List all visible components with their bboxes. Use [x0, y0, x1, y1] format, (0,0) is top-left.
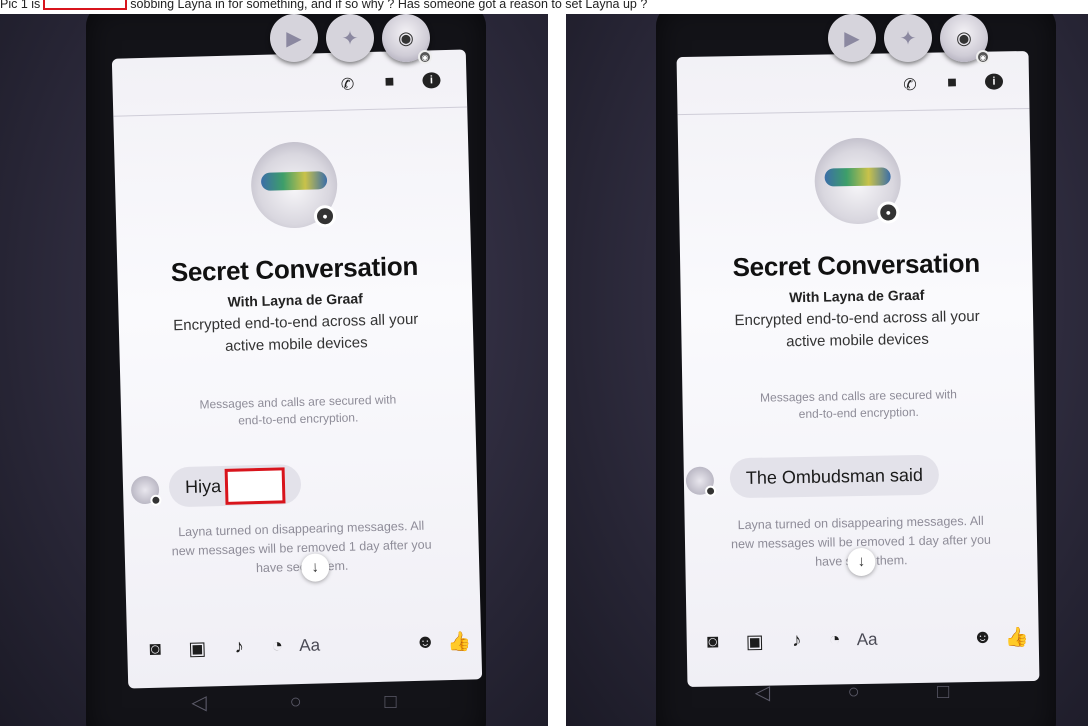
sender-avatar[interactable] [130, 475, 162, 506]
recents-icon[interactable]: □ [937, 681, 949, 704]
redaction-box [224, 467, 286, 506]
info-icon[interactable]: i [422, 72, 441, 89]
phone-icon[interactable]: ✆ [338, 74, 357, 94]
timer-icon[interactable]: ◔ [263, 635, 292, 658]
sunglasses [260, 171, 328, 191]
caption: Pic 1 is sobbing Layna in for something, … [0, 0, 1088, 11]
thumbs-up-icon[interactable]: 👍 [445, 629, 474, 654]
image-icon[interactable]: ▣ [183, 637, 212, 661]
back-icon[interactable]: ◁ [755, 680, 770, 705]
composer: ◙ ▣ ♪ ◔ Aa ☻ 👍 [686, 607, 1039, 673]
android-navbar: ◁ ○ □ [716, 672, 988, 712]
lock-icon: ● [313, 204, 337, 228]
camera-badge-icon: ◉ [418, 50, 432, 64]
info-icon[interactable]: i [984, 73, 1004, 90]
scroll-down-icon[interactable]: ↓ [300, 553, 330, 582]
photo-right: ✆ ■ i ● Secret Conversation With Layna d… [566, 14, 1088, 726]
recents-icon[interactable]: □ [384, 691, 396, 714]
camera-icon[interactable]: ◙ [699, 631, 727, 653]
composer: ◙ ▣ ♪ ◔ Aa ☻ 👍 [127, 611, 482, 680]
play-chathead-icon[interactable]: ▶ [828, 14, 876, 62]
message-input[interactable]: Aa [299, 635, 320, 656]
android-navbar: ◁ ○ □ [150, 682, 438, 722]
play-chathead-icon[interactable]: ▶ [270, 14, 318, 62]
emoji-icon[interactable]: ☻ [411, 631, 440, 654]
microphone-icon[interactable]: ♪ [225, 636, 254, 659]
sunglasses [824, 167, 891, 187]
camera-icon[interactable]: ◙ [141, 638, 170, 661]
messenger-chathead-icon[interactable]: ✦ [884, 14, 932, 62]
chat-heads: ▶ ✦ ◉ ◉ [270, 14, 432, 64]
message-bubble[interactable]: The Ombudsman said [729, 454, 940, 499]
home-icon[interactable]: ○ [848, 681, 860, 704]
contact-name: With Layna de Graaf [788, 286, 925, 306]
page-title: Secret Conversation [732, 247, 981, 283]
back-icon[interactable]: ◁ [191, 690, 206, 715]
timer-icon[interactable]: ◔ [821, 629, 849, 651]
caption-before: Pic 1 is [0, 0, 41, 11]
page-title: Secret Conversation [170, 250, 419, 288]
contact-chathead[interactable]: ◉ ◉ [940, 14, 990, 64]
messenger-chathead-icon[interactable]: ✦ [326, 14, 374, 62]
redaction-box [43, 0, 128, 10]
thumbs-up-icon[interactable]: 👍 [1002, 625, 1030, 649]
message-text: The Ombudsman said [745, 464, 924, 488]
video-camera-icon[interactable]: ■ [380, 73, 399, 93]
chat-heads: ▶ ✦ ◉ ◉ [828, 14, 990, 64]
message-input[interactable]: Aa [857, 630, 878, 650]
video-camera-icon[interactable]: ■ [943, 74, 961, 94]
emoji-icon[interactable]: ☻ [969, 627, 997, 649]
camera-badge-icon: ◉ [976, 50, 990, 64]
messenger-screen: ✆ ■ i ● Secret Conversation With Layna d… [111, 49, 483, 689]
encrypted-notice-line-2: active mobile devices [786, 330, 929, 351]
scroll-down-icon[interactable]: ↓ [847, 547, 876, 577]
message-text: Hiya [184, 476, 222, 497]
message-bubble[interactable]: Hiya [168, 463, 302, 508]
microphone-icon[interactable]: ♪ [783, 630, 811, 652]
phone-icon[interactable]: ✆ [901, 75, 919, 95]
contact-chathead[interactable]: ◉ ◉ [382, 14, 432, 64]
caption-after: sobbing Layna in for something, and if s… [130, 0, 648, 11]
home-icon[interactable]: ○ [290, 691, 302, 714]
profile-picture[interactable]: ● [813, 137, 902, 225]
profile-picture[interactable]: ● [250, 140, 339, 230]
image-icon[interactable]: ▣ [741, 630, 769, 653]
lock-icon: ● [877, 201, 900, 224]
photo-left: ✆ ■ i ● Secret Conversation With Layna d… [0, 14, 548, 726]
messenger-screen: ✆ ■ i ● Secret Conversation With Layna d… [676, 50, 1040, 688]
sender-avatar[interactable] [685, 466, 717, 497]
